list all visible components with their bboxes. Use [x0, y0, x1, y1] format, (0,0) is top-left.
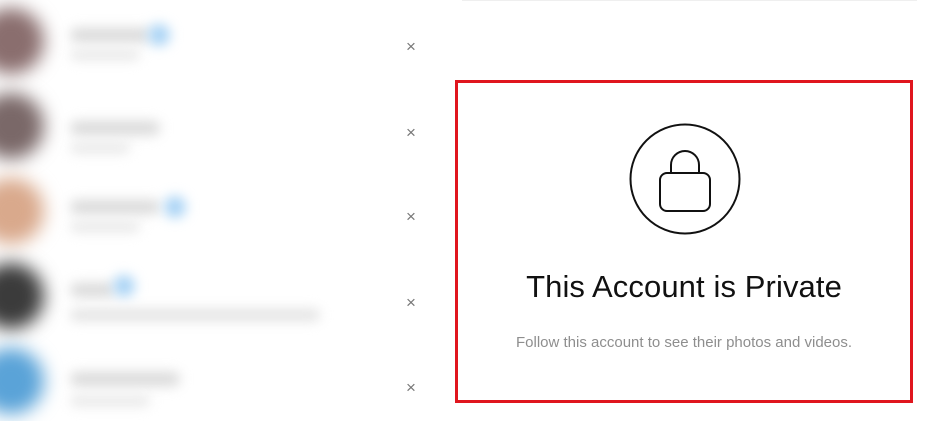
suggestion-row[interactable]: × [0, 85, 440, 170]
subtitle-placeholder [70, 222, 140, 232]
username-placeholder [70, 121, 160, 135]
suggestion-row[interactable]: × [0, 340, 440, 421]
dismiss-icon[interactable]: × [402, 208, 420, 226]
subtitle-placeholder [70, 143, 130, 153]
verified-badge-icon [113, 275, 135, 297]
verified-badge-icon [164, 196, 186, 218]
username-placeholder [70, 200, 160, 214]
private-account-notice: This Account is Private Follow this acco… [455, 80, 913, 403]
username-placeholder [70, 283, 115, 297]
avatar[interactable] [0, 178, 44, 244]
subtitle-placeholder [70, 396, 150, 406]
username-placeholder [70, 28, 150, 42]
suggestion-row[interactable]: × [0, 255, 440, 340]
top-divider [462, 0, 917, 1]
suggestion-row[interactable]: × [0, 0, 440, 85]
private-account-title: This Account is Private [526, 269, 842, 304]
private-account-subtitle: Follow this account to see their photos … [515, 334, 853, 351]
subtitle-placeholder [70, 50, 140, 60]
suggested-accounts-list: × × × × × [0, 0, 440, 421]
avatar[interactable] [0, 8, 44, 74]
suggestion-row[interactable]: × [0, 170, 440, 255]
username-placeholder [70, 372, 180, 386]
lock-icon [629, 123, 741, 235]
dismiss-icon[interactable]: × [402, 379, 420, 397]
dismiss-icon[interactable]: × [402, 124, 420, 142]
dismiss-icon[interactable]: × [402, 38, 420, 56]
avatar[interactable] [0, 263, 44, 329]
avatar[interactable] [0, 93, 44, 159]
subtitle-placeholder [70, 309, 320, 321]
page: × × × × × This Account is Private Follow… [0, 0, 935, 421]
avatar[interactable] [0, 348, 44, 414]
verified-badge-icon [148, 24, 170, 46]
dismiss-icon[interactable]: × [402, 294, 420, 312]
